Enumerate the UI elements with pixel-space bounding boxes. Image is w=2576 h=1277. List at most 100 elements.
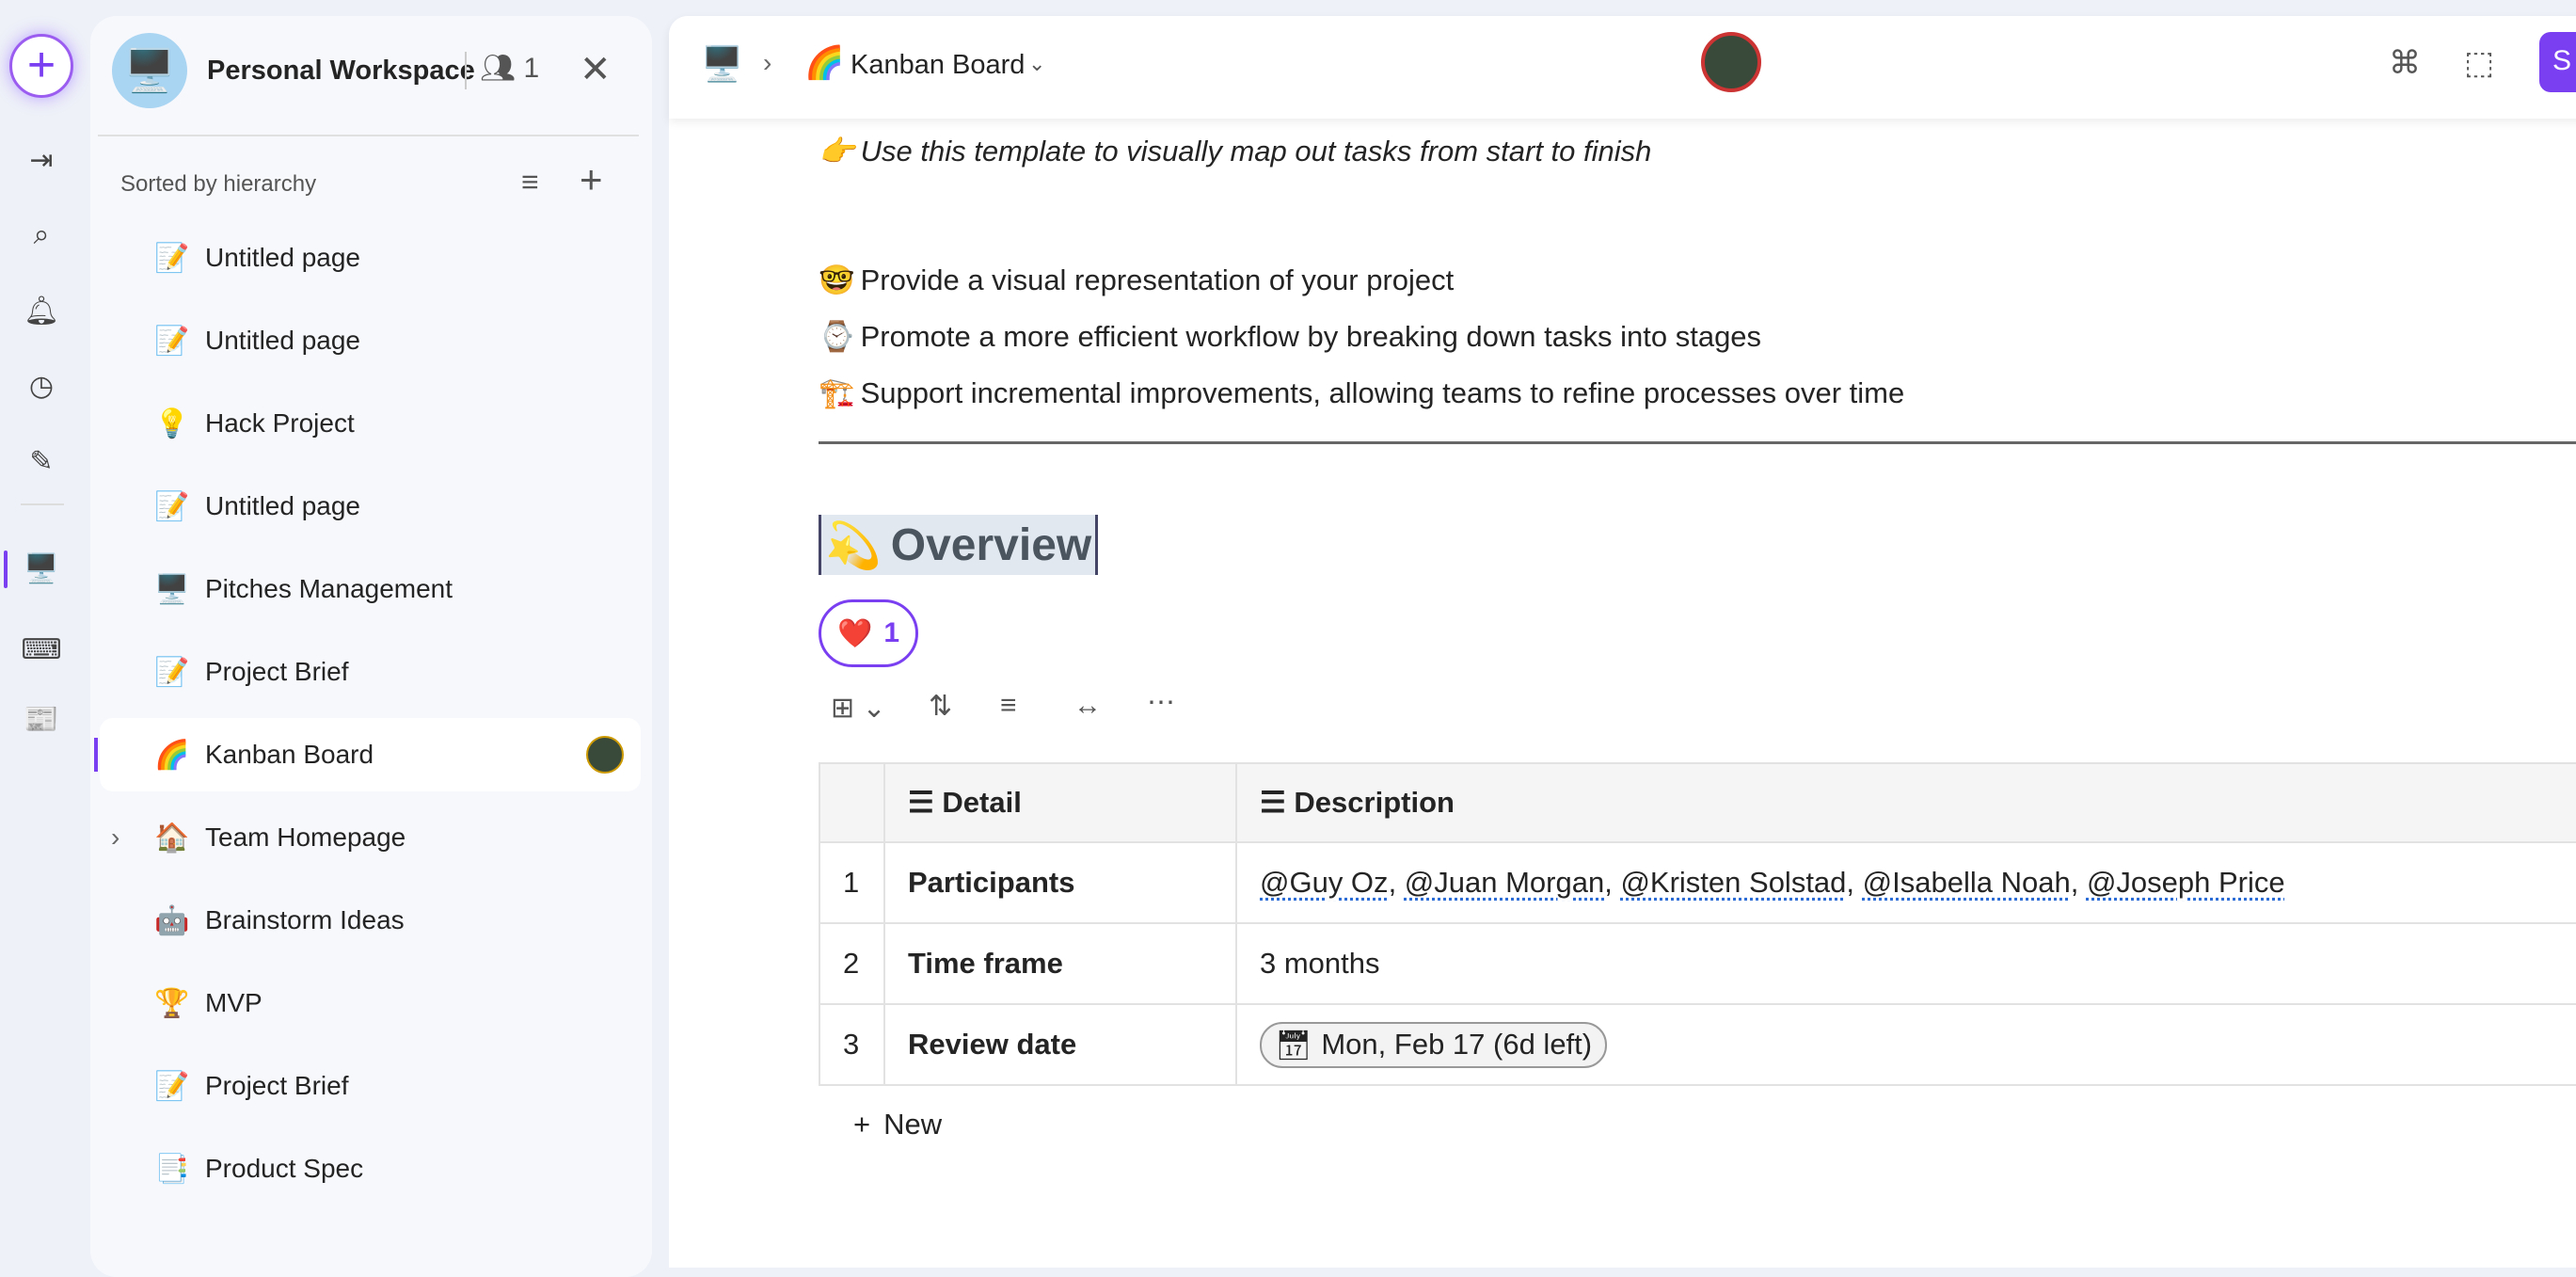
overview-heading[interactable]: 💫 Overview <box>819 515 1099 575</box>
page-icon: 🤖 <box>154 904 190 936</box>
active-indicator <box>94 738 98 772</box>
text-column-icon: ☰ <box>908 786 943 819</box>
page-icon: 📝 <box>154 490 190 522</box>
bell-icon[interactable]: 🔔︎ <box>21 290 62 331</box>
filter-icon[interactable]: ≡ <box>521 165 539 200</box>
reaction-heart-button[interactable]: ❤️ 1 <box>819 599 918 667</box>
bullet-emoji-icon: 🏗️ <box>819 376 855 409</box>
main-content: 🖥️ › 🌈 Kanban Board ⌄ ⌘ ⬚ S 👉 Use this te… <box>669 16 2576 1268</box>
page-icon: 🏆 <box>154 987 190 1019</box>
sidebar-item[interactable]: 📝 Project Brief <box>100 635 641 709</box>
sidebar-item[interactable]: 📝 Untitled page <box>100 221 641 295</box>
filter-icon[interactable]: ≡ <box>1000 690 1017 722</box>
table-row: 1 Participants @Guy Oz, @Juan Morgan, @K… <box>819 841 2576 924</box>
chevron-right-icon: › <box>763 48 772 77</box>
user-mention[interactable]: @Joseph Price <box>2087 866 2285 899</box>
user-mention[interactable]: @Kristen Solstad <box>1620 866 1846 899</box>
new-row-button[interactable]: + New <box>853 1108 942 1141</box>
active-indicator <box>4 551 8 588</box>
members-button[interactable]: 👥︎ 1 <box>480 52 539 85</box>
close-icon[interactable]: ✕ <box>580 48 612 91</box>
add-page-icon[interactable]: + <box>580 157 603 202</box>
intro-text: 👉 Use this template to visually map out t… <box>819 134 1652 168</box>
user-mention[interactable]: @Isabella Noah <box>1863 866 2071 899</box>
bullet-emoji-icon: ⌚ <box>819 320 855 353</box>
page-icon: 📝 <box>154 656 190 688</box>
sidebar-toggle-icon[interactable]: ⇥ <box>21 139 62 181</box>
table-row: 2 Time frame 3 months <box>819 922 2576 1005</box>
column-header-detail[interactable]: ☰ Detail <box>883 762 1237 843</box>
sidebar-item[interactable]: 💡 Hack Project <box>100 387 641 460</box>
sidebar-item-label: Brainstorm Ideas <box>205 905 405 934</box>
new-button[interactable]: + <box>9 34 73 98</box>
user-avatar <box>586 736 624 774</box>
chevron-right-icon[interactable]: › <box>111 822 119 853</box>
table-view-icon[interactable]: ⊞ ⌄ <box>831 692 886 725</box>
keyboard-icon[interactable]: ⌨ <box>21 629 62 670</box>
pen-icon[interactable]: ✎ <box>21 440 62 482</box>
bullet-item: 🏗️ Support incremental improvements, allo… <box>819 375 1904 410</box>
breadcrumb-page-title[interactable]: Kanban Board <box>851 50 1025 81</box>
divider <box>819 441 2576 444</box>
description-cell[interactable]: 📅︎ Mon, Feb 17 (6d left) <box>1235 1003 2576 1086</box>
sidebar-item[interactable]: 🏆 MVP <box>100 966 641 1040</box>
workspace-icon[interactable]: 🖥️ <box>21 548 62 589</box>
row-number: 2 <box>819 922 885 1005</box>
text-column-icon: ☰ <box>1260 786 1295 819</box>
sidebar-item-label: Project Brief <box>205 1071 349 1100</box>
sort-label: Sorted by hierarchy <box>120 171 317 197</box>
sidebar-item-label: Product Spec <box>205 1154 364 1183</box>
sidebar-item[interactable]: 📝 Untitled page <box>100 304 641 377</box>
resize-width-icon[interactable]: ↔ <box>1073 690 1102 722</box>
sidebar: 🖥️ Personal Workspace 👥︎ 1 ✕ Sorted by h… <box>90 16 652 1277</box>
date-chip[interactable]: 📅︎ Mon, Feb 17 (6d left) <box>1260 1021 1608 1068</box>
calendar-icon: 📅︎ <box>1275 1028 1312 1062</box>
app-icon[interactable]: 📰 <box>21 698 62 740</box>
sort-icon[interactable]: ⇅ <box>929 690 952 723</box>
bullet-item: ⌚ Promote a more efficient workflow by br… <box>819 319 1761 354</box>
page-icon: 🌈 <box>804 45 845 81</box>
divider <box>465 52 467 89</box>
sidebar-item-label: Hack Project <box>205 408 355 438</box>
heart-icon: ❤️ <box>836 617 873 649</box>
detail-cell[interactable]: Participants <box>883 841 1237 924</box>
workspace-name[interactable]: Personal Workspace <box>207 56 475 87</box>
sidebar-item-label: Untitled page <box>205 326 361 355</box>
user-mention[interactable]: @Juan Morgan <box>1405 866 1604 899</box>
bullet-text: Support incremental improvements, allowi… <box>860 375 1905 409</box>
divider <box>98 135 639 136</box>
sidebar-item[interactable]: 🤖 Brainstorm Ideas <box>100 884 641 957</box>
user-mention[interactable]: @Guy Oz <box>1260 866 1389 899</box>
more-icon[interactable]: ⋯ <box>1147 686 1175 719</box>
sidebar-item[interactable]: 📝 Untitled page <box>100 470 641 543</box>
sidebar-item-label: MVP <box>205 988 262 1017</box>
focus-icon[interactable]: ⬚ <box>2464 44 2494 82</box>
dizzy-star-icon: 💫 <box>825 520 882 571</box>
chevron-down-icon[interactable]: ⌄ <box>1028 52 1045 76</box>
workspace-avatar[interactable]: 🖥️ <box>112 33 187 108</box>
sidebar-item[interactable]: 📝 Project Brief <box>100 1049 641 1123</box>
sidebar-item[interactable]: 🖥️ Pitches Management <box>100 552 641 626</box>
sidebar-item[interactable]: › 🏠 Team Homepage <box>100 801 641 874</box>
row-number: 3 <box>819 1003 885 1086</box>
member-count: 1 <box>523 53 540 84</box>
column-header-description[interactable]: ☰ Description <box>1235 762 2576 843</box>
page-icon: 📝 <box>154 1070 190 1102</box>
sidebar-item-label: Untitled page <box>205 491 361 520</box>
description-cell[interactable]: 3 months <box>1235 922 2576 1005</box>
page-icon: 📑 <box>154 1153 190 1185</box>
sidebar-item[interactable]: 🌈 Kanban Board <box>94 718 641 791</box>
detail-cell[interactable]: Review date <box>883 1003 1237 1086</box>
add-member-icon: 👥︎ <box>480 53 517 84</box>
workspace-breadcrumb-icon[interactable]: 🖥️ <box>701 44 743 84</box>
bullet-text: Provide a visual representation of your … <box>860 263 1455 296</box>
sidebar-item-label: Pitches Management <box>205 574 453 603</box>
clock-icon[interactable]: ◷ <box>21 365 62 407</box>
share-button[interactable]: S <box>2539 32 2576 92</box>
description-cell[interactable]: @Guy Oz, @Juan Morgan, @Kristen Solstad,… <box>1235 841 2576 924</box>
detail-cell[interactable]: Time frame <box>883 922 1237 1005</box>
sidebar-item[interactable]: 📑 Product Spec <box>100 1132 641 1205</box>
user-avatar[interactable] <box>1701 32 1761 92</box>
search-icon[interactable]: ⌕ <box>21 215 62 256</box>
apps-icon[interactable]: ⌘ <box>2389 44 2421 82</box>
